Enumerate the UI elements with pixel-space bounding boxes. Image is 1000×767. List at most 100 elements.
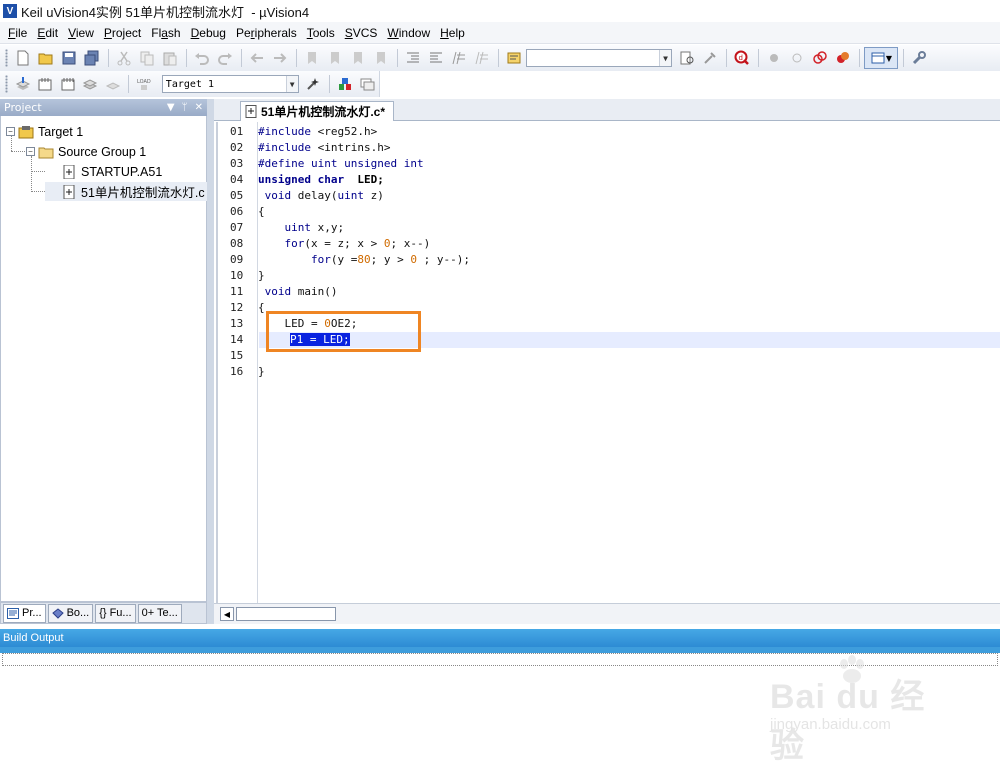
folder-icon	[38, 147, 54, 158]
paste-icon[interactable]	[159, 47, 181, 69]
toolbar-grip[interactable]	[5, 49, 8, 67]
pin-icon[interactable]: ᛘ	[182, 102, 188, 113]
open-folder-icon[interactable]	[35, 47, 57, 69]
collapse-icon[interactable]: −	[6, 127, 15, 136]
menu-tools[interactable]: Tools	[302, 23, 340, 43]
batch-build-icon[interactable]	[79, 73, 100, 95]
undo-icon[interactable]	[191, 47, 213, 69]
tree-label-file: 51单片机控制流水灯.c	[81, 186, 205, 200]
tree-label-group: Source Group 1	[58, 144, 147, 159]
horizontal-scrollbar[interactable]: ◀	[214, 603, 1000, 624]
comment-icon[interactable]	[448, 47, 470, 69]
stop-build-icon[interactable]	[102, 73, 123, 95]
chevron-down-icon[interactable]: ▼	[285, 76, 298, 92]
tree-item-c-file[interactable]: 51单片机控制流水灯.c	[45, 182, 209, 201]
breakpoint-enable-icon[interactable]	[786, 47, 808, 69]
select-packs-icon[interactable]	[357, 73, 378, 95]
source-file-icon	[245, 105, 257, 118]
close-icon[interactable]: ✕	[195, 102, 203, 113]
tree-item-target[interactable]: − Target 1	[6, 122, 83, 141]
breakpoint-insert-icon[interactable]	[763, 47, 785, 69]
menu-window[interactable]: Window	[382, 23, 435, 43]
code-editor[interactable]: 01 #include <reg52.h> 02 #include <intrins…	[214, 122, 1000, 603]
bookmark-icon[interactable]	[301, 47, 323, 69]
build-icon[interactable]	[34, 73, 55, 95]
chevron-down-icon[interactable]: ▼	[659, 50, 671, 66]
project-panel-tabs: Pr... Bo... {} Fu... 0+ Te...	[0, 602, 207, 624]
manage-components-icon[interactable]	[334, 73, 355, 95]
configuration-wrench-icon[interactable]	[908, 47, 930, 69]
menu-file[interactable]: File	[3, 23, 32, 43]
tab-books[interactable]: Bo...	[47, 603, 94, 623]
uvision-app-icon[interactable]: V	[3, 4, 17, 18]
code-line: 06{	[230, 205, 265, 218]
target-options-icon[interactable]	[303, 73, 324, 95]
code-line: 16}	[230, 365, 265, 378]
tree-label-target: Target 1	[38, 124, 84, 139]
tree-label-file: STARTUP.A51	[81, 164, 163, 179]
build-output-header: Build Output	[0, 629, 1000, 647]
find-combo[interactable]: ▼	[526, 49, 672, 67]
find-in-files-icon[interactable]	[503, 47, 525, 69]
toolbar-grip[interactable]	[5, 75, 8, 93]
code-line: 09 for(y =80; y > 0 ; y--);	[230, 253, 470, 266]
uncomment-icon[interactable]	[471, 47, 493, 69]
books-tab-icon	[51, 607, 64, 619]
breakpoints-kill-all-icon[interactable]	[832, 47, 854, 69]
editor-tab-bar: 51单片机控制流水灯.c*	[214, 99, 1000, 121]
cut-icon[interactable]	[113, 47, 135, 69]
indent-icon[interactable]	[402, 47, 424, 69]
clear-bookmarks-icon[interactable]	[370, 47, 392, 69]
menu-help[interactable]: Help	[435, 23, 470, 43]
code-line: 07 uint x,y;	[230, 221, 345, 234]
menu-project[interactable]: Project	[99, 23, 146, 43]
menu-debug[interactable]: Debug	[186, 23, 231, 43]
window-title: Keil uVision4实例 51单片机控制流水灯 - µVision4	[21, 4, 310, 20]
panel-splitter[interactable]	[207, 99, 214, 624]
code-line: 02 #include <intrins.h>	[230, 141, 391, 154]
menu-bar: File Edit View Project Flash Debug Perip…	[0, 22, 1000, 44]
title-bar: V Keil uVision4实例 51单片机控制流水灯 - µVision4	[0, 0, 1000, 22]
incremental-find-icon[interactable]	[699, 47, 721, 69]
menu-flash[interactable]: Flash	[146, 23, 185, 43]
nav-back-icon[interactable]	[246, 47, 268, 69]
svg-text:LOAD: LOAD	[137, 79, 151, 85]
nav-forward-icon[interactable]	[269, 47, 291, 69]
target-select[interactable]: Target 1 ▼	[161, 75, 299, 93]
download-load-icon[interactable]: LOAD	[133, 73, 154, 95]
code-line: 08 for(x = z; x > 0; x--)	[230, 237, 431, 250]
tree-item-source-group[interactable]: − Source Group 1	[26, 142, 146, 161]
new-file-icon[interactable]	[12, 47, 34, 69]
find-icon[interactable]	[676, 47, 698, 69]
save-icon[interactable]	[58, 47, 80, 69]
menu-svcs[interactable]: SVCS	[340, 23, 383, 43]
breakpoints-disable-all-icon[interactable]	[809, 47, 831, 69]
panel-dropdown-icon[interactable]: ▼	[167, 102, 175, 113]
scroll-left-icon[interactable]: ◀	[220, 607, 234, 621]
tab-functions[interactable]: {} Fu...	[95, 603, 136, 623]
next-bookmark-icon[interactable]	[347, 47, 369, 69]
unindent-icon[interactable]	[425, 47, 447, 69]
main-toolbar: ▼ d ▼	[0, 45, 1000, 71]
editor-tab-c-file[interactable]: 51单片机控制流水灯.c*	[240, 101, 395, 121]
scroll-thumb[interactable]	[236, 607, 336, 621]
translate-icon[interactable]	[12, 73, 33, 95]
menu-edit[interactable]: Edit	[32, 23, 63, 43]
menu-peripherals[interactable]: Peripherals	[231, 23, 302, 43]
tab-templates[interactable]: 0+ Te...	[137, 603, 182, 623]
copy-icon[interactable]	[136, 47, 158, 69]
tab-project[interactable]: Pr...	[3, 603, 46, 623]
save-all-icon[interactable]	[81, 47, 103, 69]
annotation-box	[266, 311, 421, 352]
code-line: 10}	[230, 269, 265, 282]
collapse-icon[interactable]: −	[26, 147, 35, 156]
tree-item-startup-file[interactable]: STARTUP.A51	[45, 162, 162, 181]
rebuild-icon[interactable]	[57, 73, 78, 95]
prev-bookmark-icon[interactable]	[324, 47, 346, 69]
menu-view[interactable]: View	[63, 23, 99, 43]
redo-icon[interactable]	[214, 47, 236, 69]
target-icon	[18, 125, 34, 138]
window-layout-dropdown[interactable]: ▼	[864, 47, 898, 69]
debug-session-icon[interactable]: d	[731, 47, 753, 69]
svg-text:d: d	[739, 54, 743, 62]
